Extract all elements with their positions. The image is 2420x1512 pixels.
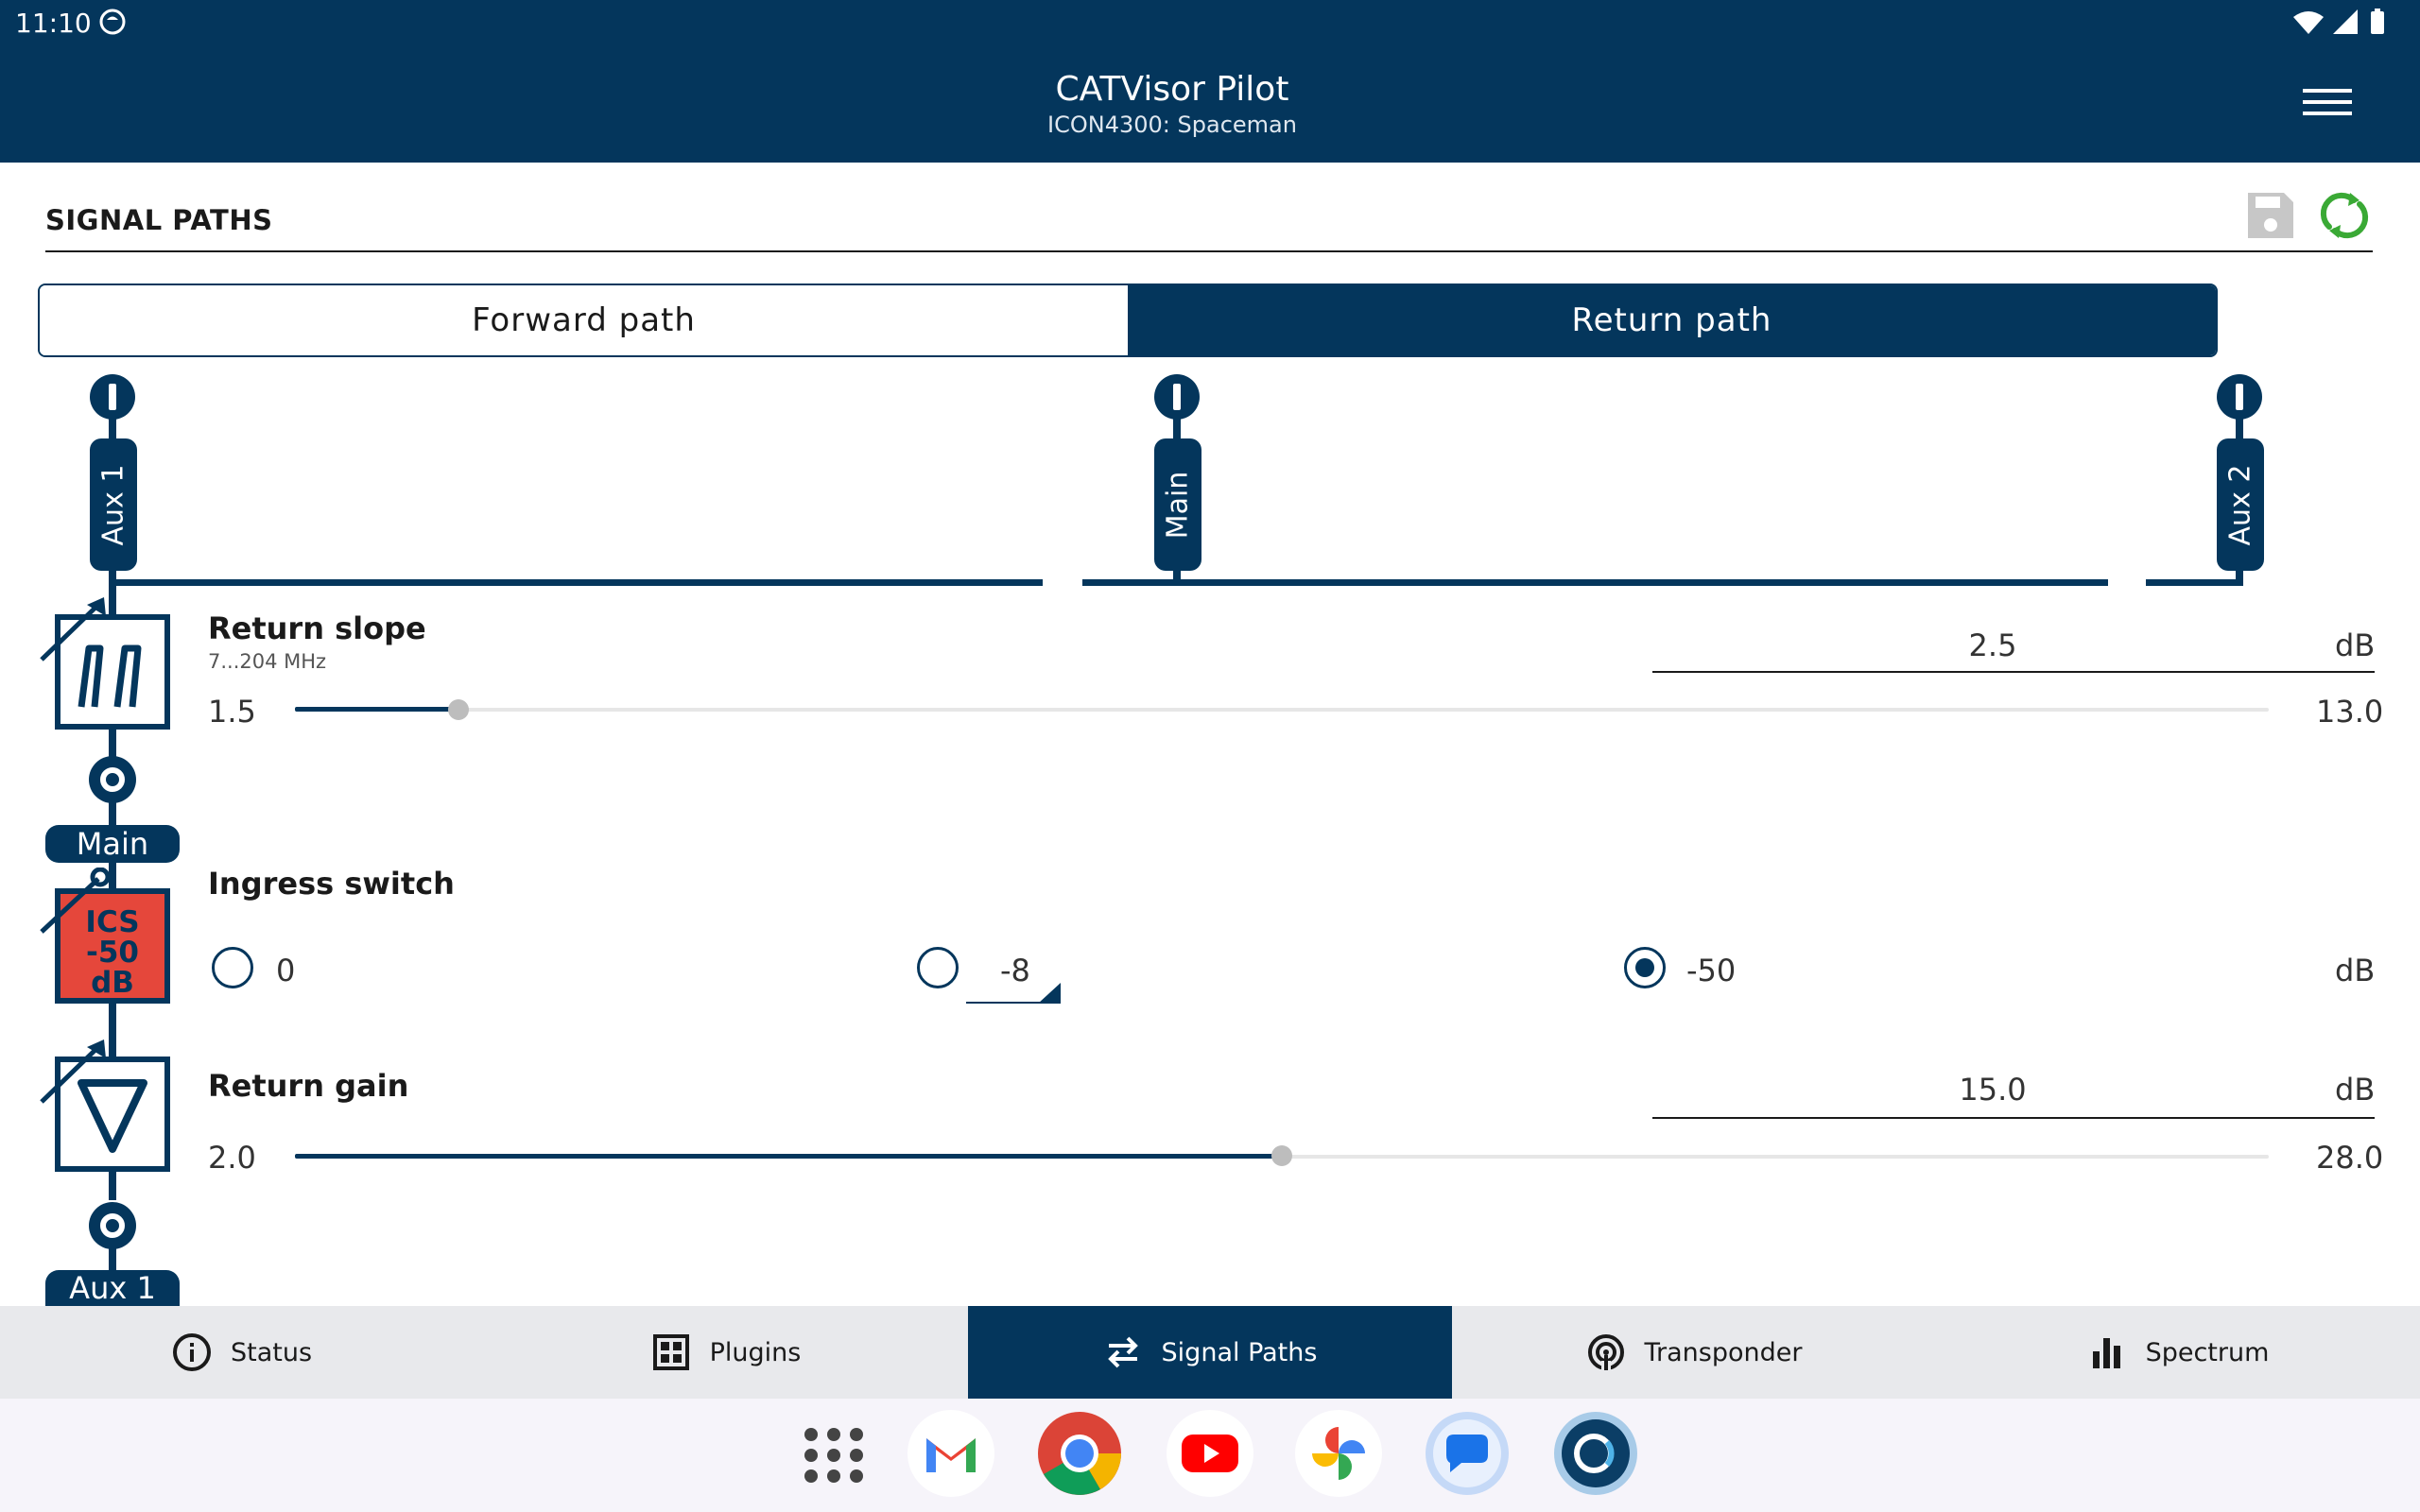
return-slope-label: Return slope (208, 610, 426, 646)
spine-line (109, 730, 116, 758)
path-tabs: Forward path Return path (38, 284, 2218, 357)
swap-arrows-icon (1107, 1336, 1138, 1368)
port-main-connector[interactable] (1154, 374, 1200, 420)
youtube-icon[interactable] (1167, 1410, 1253, 1497)
catvisor-app-icon[interactable] (1552, 1410, 1639, 1497)
plugins-icon (652, 1334, 689, 1370)
bus-line (2146, 579, 2243, 586)
return-slope-min: 1.5 (208, 694, 256, 730)
status-time: 11:10 (15, 8, 92, 39)
wifi-icon (2293, 11, 2324, 34)
port-aux2-connector[interactable] (2217, 374, 2262, 420)
ics-line2: -50 (85, 936, 139, 970)
return-slope-slider-thumb[interactable] (448, 699, 470, 720)
node-aux1-ring (89, 1202, 136, 1249)
app-subtitle: ICON4300: Spaceman (1047, 112, 1297, 138)
battery-icon (2371, 11, 2384, 34)
return-gain-min: 2.0 (208, 1140, 256, 1176)
save-icon[interactable] (2244, 189, 2297, 242)
return-gain-slider-thumb[interactable] (1271, 1145, 1292, 1166)
return-slope-max: 13.0 (2316, 694, 2384, 730)
bar-chart-icon (2092, 1338, 2120, 1368)
return-gain-unit: dB (2335, 1072, 2376, 1108)
node-main-ring (89, 756, 136, 803)
ingress-option-50-label: -50 (1686, 953, 1737, 988)
nav-status-label: Status (230, 1337, 313, 1367)
return-slope-field-underline (1652, 671, 2375, 673)
messages-icon[interactable] (1424, 1410, 1511, 1497)
return-gain-field-underline (1652, 1117, 2375, 1119)
nav-status[interactable]: Status (0, 1306, 484, 1399)
ingress-option-0-label: 0 (276, 953, 296, 988)
status-icons (2293, 9, 2384, 34)
node-main-label: Main (45, 825, 180, 863)
nav-plugins-label: Plugins (709, 1337, 802, 1367)
nav-signal-paths-label: Signal Paths (1161, 1337, 1318, 1367)
tab-forward-path[interactable]: Forward path (40, 285, 1128, 355)
ingress-switch-unit: dB (2335, 953, 2376, 988)
system-dock (0, 1399, 2420, 1512)
nav-plugins[interactable]: Plugins (484, 1306, 968, 1399)
ics-line3: dB (91, 966, 134, 1000)
sync-icon[interactable] (2316, 189, 2373, 242)
return-gain-value[interactable]: 15.0 (1652, 1072, 2333, 1108)
nav-transponder[interactable]: Transponder (1452, 1306, 1936, 1399)
return-gain-label: Return gain (208, 1068, 409, 1104)
bus-line (109, 579, 1043, 586)
app-title: CATVisor Pilot (1055, 70, 1289, 109)
ingress-radio-8[interactable] (917, 947, 959, 988)
return-slope-slider-track[interactable] (295, 708, 2269, 712)
return-gain-max: 28.0 (2316, 1140, 2384, 1176)
info-icon (172, 1333, 211, 1371)
port-aux1-connector[interactable] (90, 374, 135, 420)
wrench-icon (40, 868, 111, 934)
nav-transponder-label: Transponder (1644, 1337, 1803, 1367)
port-main-label: Main (1154, 438, 1201, 571)
node-aux1-label: Aux 1 (45, 1270, 180, 1306)
section-divider (45, 250, 2373, 252)
return-gain-slider-fill (295, 1154, 1282, 1159)
bus-line (1082, 579, 2108, 586)
nav-spectrum-label: Spectrum (2145, 1337, 2270, 1367)
signal-icon (2333, 9, 2358, 34)
menu-icon[interactable] (2303, 89, 2352, 127)
ingress-radio-0[interactable] (212, 947, 253, 988)
port-aux2-label: Aux 2 (2217, 438, 2264, 571)
tab-return-path[interactable]: Return path (1128, 285, 2216, 355)
ingress-radio-50[interactable] (1624, 947, 1666, 988)
dropdown-corner-icon (1038, 983, 1061, 1004)
photos-icon[interactable] (1295, 1410, 1382, 1497)
gmail-icon[interactable] (908, 1410, 994, 1497)
spine-line (109, 801, 116, 828)
adjustable-arrow-icon (40, 597, 106, 662)
nav-spectrum[interactable]: Spectrum (1936, 1306, 2420, 1399)
nav-signal-paths[interactable]: Signal Paths (968, 1306, 1452, 1399)
chrome-icon[interactable] (1036, 1410, 1123, 1497)
ingress-switch-label: Ingress switch (208, 866, 455, 902)
section-title: SIGNAL PATHS (45, 204, 273, 236)
adjustable-arrow-icon (40, 1040, 106, 1104)
bottom-navigation: Status Plugins Signal Paths Transponder (0, 1306, 2420, 1399)
ingress-option-8-label[interactable]: -8 (1000, 953, 1030, 988)
transponder-icon (1587, 1334, 1624, 1372)
port-aux1-label: Aux 1 (90, 438, 137, 571)
spine-line (109, 1172, 116, 1200)
return-slope-range: 7...204 MHz (208, 650, 327, 673)
return-slope-value[interactable]: 2.5 (1652, 627, 2333, 663)
return-slope-unit: dB (2335, 627, 2376, 663)
notification-icon (99, 9, 126, 35)
return-slope-slider-fill (295, 707, 459, 712)
app-drawer-icon[interactable] (790, 1410, 877, 1497)
